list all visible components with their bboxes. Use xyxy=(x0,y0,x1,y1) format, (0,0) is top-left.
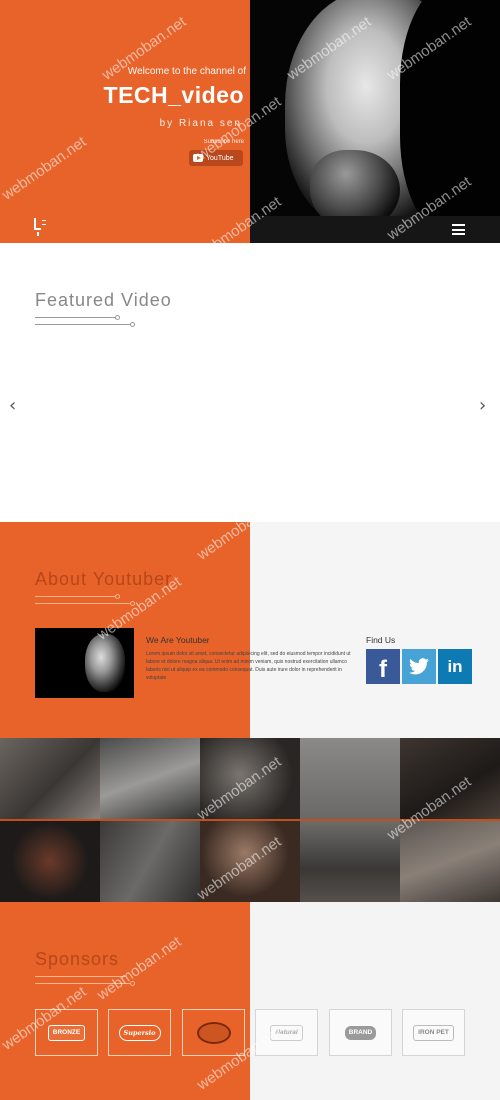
sponsor-logo[interactable]: Natural xyxy=(255,1009,318,1056)
about-section: About Youtuber xyxy=(0,522,500,738)
gallery-tile[interactable] xyxy=(200,820,300,902)
portrait-hair xyxy=(400,0,500,240)
sponsor-logo[interactable]: Supersio xyxy=(108,1009,171,1056)
twitter-icon[interactable] xyxy=(402,649,436,684)
about-grey-panel xyxy=(250,522,500,738)
gallery-tile[interactable] xyxy=(200,738,300,820)
featured-video-section: Featured Video ‹ › xyxy=(0,243,500,522)
gallery-tile[interactable] xyxy=(0,738,100,820)
sponsors-title: Sponsors xyxy=(35,949,120,969)
hero-byline: by Riana sen xyxy=(159,118,242,129)
linkedin-icon[interactable]: in xyxy=(438,649,472,684)
facebook-icon[interactable]: f xyxy=(366,649,400,684)
about-title: About Youtuber xyxy=(35,569,173,589)
hero-welcome-text: Welcome to the channel of xyxy=(127,66,246,77)
gallery-tile[interactable] xyxy=(300,738,400,820)
youtube-button-label: YouTube xyxy=(206,154,234,162)
sponsor-logo[interactable]: BRONZE xyxy=(35,1009,98,1056)
carousel-prev-icon[interactable]: ‹ xyxy=(9,395,16,416)
hero-title: TECH_video xyxy=(103,82,244,108)
featured-title: Featured Video xyxy=(35,290,172,310)
sponsor-logo[interactable]: BRAND xyxy=(329,1009,392,1056)
hero-section: Welcome to the channel of TECH_video by … xyxy=(0,0,500,243)
gallery-tile[interactable] xyxy=(100,820,200,902)
sponsors-divider xyxy=(35,974,145,986)
hero-nav-bar xyxy=(250,216,500,243)
gallery-tile[interactable] xyxy=(300,820,400,902)
carousel-next-icon[interactable]: › xyxy=(479,395,486,416)
gallery-tile[interactable] xyxy=(0,820,100,902)
sponsors-grey-panel xyxy=(250,902,500,1100)
hero-portrait-image xyxy=(250,0,500,243)
sponsors-section: Sponsors xyxy=(0,902,500,1100)
about-portrait-image xyxy=(35,628,134,698)
sponsor-logo[interactable]: IRON PET xyxy=(402,1009,465,1056)
about-heading: We Are Youtuber xyxy=(146,635,210,645)
gallery-tile[interactable] xyxy=(400,738,500,820)
sponsor-logo[interactable] xyxy=(182,1009,245,1056)
gallery-divider-line xyxy=(0,819,500,821)
subscribe-label: Subscribe here xyxy=(203,139,244,145)
gallery-tile[interactable] xyxy=(400,820,500,902)
about-paragraph: Lorem ipsum dolor sit amet, consectetur … xyxy=(146,651,351,681)
youtube-button[interactable]: YouTube xyxy=(189,150,243,166)
hamburger-menu-icon[interactable] xyxy=(452,224,465,235)
featured-divider xyxy=(35,315,145,327)
site-logo-icon[interactable] xyxy=(34,218,46,236)
about-divider xyxy=(35,594,145,606)
gallery-tile[interactable] xyxy=(100,738,200,820)
sponsors-orange-panel xyxy=(0,902,250,1100)
youtube-play-icon xyxy=(193,154,203,162)
find-us-heading: Find Us xyxy=(366,635,396,645)
sponsor-emblem xyxy=(196,1021,231,1044)
